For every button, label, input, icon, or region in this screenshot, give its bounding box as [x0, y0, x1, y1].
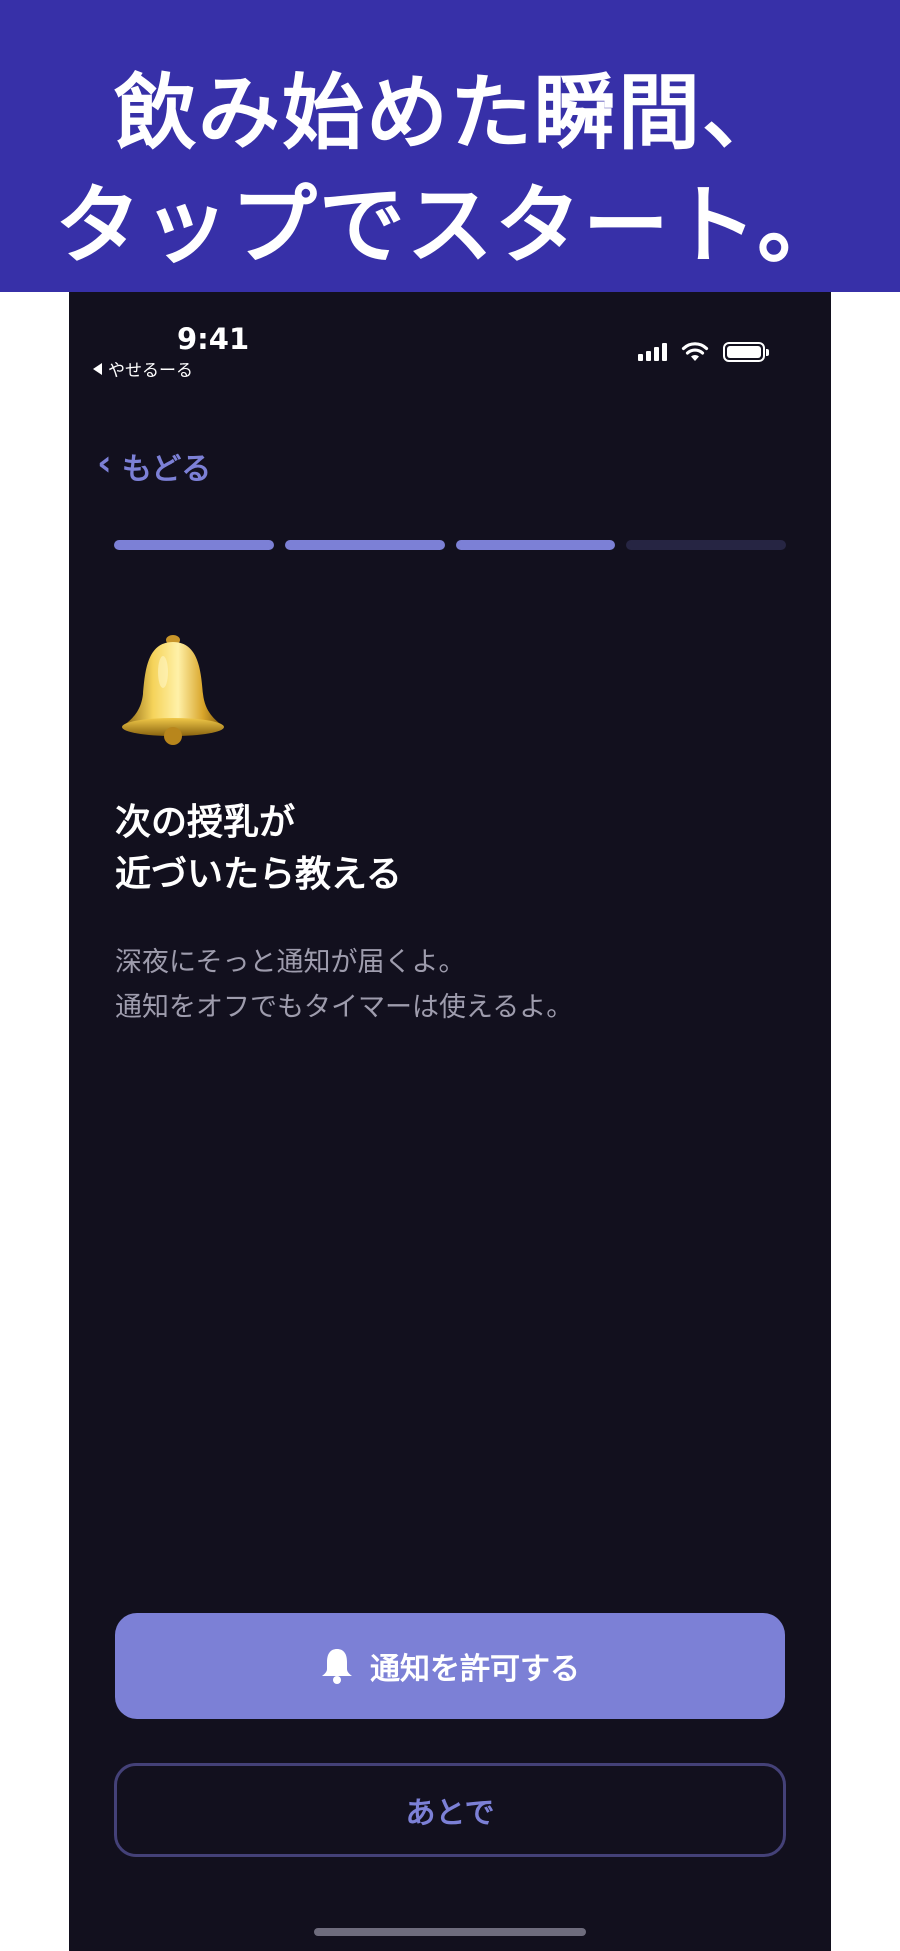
later-button-label: あとで	[405, 1796, 495, 1831]
status-time: 9:41	[177, 322, 250, 356]
banner-headline-line1: 飲み始めた瞬間、	[113, 66, 786, 161]
later-button[interactable]: あとで	[114, 1763, 786, 1857]
phone-screen: 9:41 やせるーる ‹ もどる 次の授乳が 近づいたら教える 深夜にそっと通知…	[69, 292, 831, 1951]
status-back-to-app[interactable]: やせるーる	[93, 356, 193, 381]
bell-icon	[322, 1649, 352, 1684]
status-icons	[638, 342, 769, 362]
wifi-icon	[681, 342, 709, 361]
home-indicator[interactable]	[314, 1928, 586, 1936]
page-description-line1: 深夜にそっと通知が届くよ。	[115, 947, 466, 978]
onboarding-progress	[114, 540, 786, 550]
progress-step-2	[284, 540, 445, 550]
chevron-left-icon: ‹	[97, 443, 112, 484]
page-title: 次の授乳が 近づいたら教える	[115, 797, 402, 901]
allow-notifications-button[interactable]: 通知を許可する	[115, 1613, 785, 1719]
bell-icon	[117, 632, 229, 752]
page-title-line1: 次の授乳が	[115, 802, 296, 843]
status-back-app-label: やせるーる	[108, 361, 193, 381]
page-title-line2: 近づいたら教える	[115, 854, 402, 895]
back-button[interactable]: ‹ もどる	[97, 444, 211, 488]
battery-icon	[723, 342, 769, 362]
progress-step-1	[114, 540, 274, 550]
banner-headline-line2: タップでスタート。	[54, 176, 846, 276]
back-triangle-icon	[93, 362, 102, 375]
allow-notifications-label: 通知を許可する	[370, 1652, 580, 1687]
page-description: 深夜にそっと通知が届くよ。 通知をオフでもタイマーは使えるよ。	[115, 940, 573, 1030]
back-button-label: もどる	[121, 452, 212, 487]
progress-step-3	[455, 540, 616, 550]
progress-step-4	[626, 540, 786, 550]
signal-icon	[638, 343, 667, 361]
promo-banner: 飲み始めた瞬間、 タップでスタート。	[0, 0, 900, 292]
page-description-line2: 通知をオフでもタイマーは使えるよ。	[115, 992, 574, 1023]
